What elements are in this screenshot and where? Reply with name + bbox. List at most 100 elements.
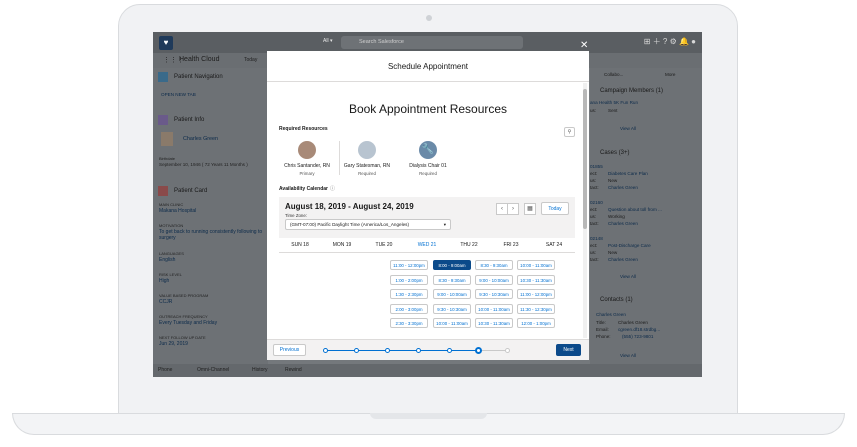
cases-view-all[interactable]: View All <box>620 274 636 279</box>
time-slot[interactable]: 1:00 - 2:00pm <box>390 274 428 285</box>
case-subject-link[interactable]: Question about toll from ... <box>608 207 662 212</box>
campaign-item-link[interactable]: ana Health 5K Fun Run <box>590 100 638 105</box>
contact-phone[interactable]: (555) 723-9801 <box>622 334 653 339</box>
open-new-tab-link[interactable]: OPEN NEW TAB <box>161 92 196 97</box>
contacts-header[interactable]: Contacts (1) <box>600 297 633 303</box>
resource-role: Primary <box>299 171 315 176</box>
time-slot[interactable]: 10:00 - 11:00am <box>433 318 471 328</box>
collaborate-tab[interactable]: Collabo... <box>604 72 623 77</box>
previous-button[interactable]: Previous <box>273 344 306 356</box>
modal-close-icon[interactable]: ✕ <box>580 40 588 51</box>
progress-step[interactable] <box>474 347 482 354</box>
global-search-input[interactable]: Search Salesforce <box>341 36 523 49</box>
tab-today[interactable]: Today <box>244 57 257 63</box>
time-slot[interactable]: 11:00 - 12:00pm <box>517 289 555 299</box>
field-value: To get back to running consistently foll… <box>159 229 263 241</box>
next-button[interactable]: Next <box>556 344 581 356</box>
field-label: NEXT FOLLOW UP DATE <box>159 335 206 340</box>
time-slot[interactable]: 11:00 - 12:00pm <box>390 260 428 270</box>
next-week-button[interactable]: › <box>507 203 519 215</box>
resource-name: Dialysis Chair 01 <box>409 163 447 169</box>
case-status-label: us: <box>590 250 597 255</box>
time-slot[interactable]: 12:00 - 1:00pm <box>517 318 555 328</box>
time-slot[interactable]: 9:00 - 10:00am <box>433 289 471 299</box>
chevron-down-icon: ▾ <box>443 222 446 227</box>
field-label: LANGUAGES <box>159 251 184 256</box>
app-title: Health Cloud <box>179 56 220 63</box>
progress-step[interactable] <box>322 348 328 353</box>
utility-omni-channel[interactable]: Omni-Channel <box>197 367 229 373</box>
header-icons[interactable]: ⊞ ＋ ? ⚙ 🔔 ● <box>644 36 696 47</box>
case-number-link[interactable]: 01855 <box>590 164 603 169</box>
case-contact-label: tact: <box>590 221 599 226</box>
time-slot[interactable]: 2:30 - 3:30pm <box>390 318 428 328</box>
utility-rewind[interactable]: Rewind <box>285 367 302 373</box>
resource-card[interactable]: Gary Statesman, RN Required <box>337 141 397 176</box>
resource-avatar <box>298 141 316 159</box>
time-slot[interactable]: 8:00 - 9:00am <box>433 260 471 270</box>
time-slot[interactable]: 1:30 - 2:30pm <box>390 289 428 299</box>
time-slot[interactable]: 9:30 - 10:30am <box>433 303 471 314</box>
today-button[interactable]: Today <box>541 202 569 215</box>
modal-scrollbar[interactable] <box>583 83 587 338</box>
case-contact-link[interactable]: Charles Green <box>608 185 638 190</box>
add-resource-icon[interactable]: ⚲ <box>564 127 575 137</box>
time-slot[interactable]: 8:30 - 9:30am <box>433 274 471 285</box>
day-label: SUN 18 <box>291 242 309 248</box>
calendar-toolbar: August 18, 2019 - August 24, 2019 Time Z… <box>279 197 575 238</box>
app-logo-icon[interactable]: ♥ <box>159 36 173 50</box>
time-slot[interactable]: 9:00 - 10:00am <box>475 274 513 285</box>
contact-name-link[interactable]: Charles Green <box>596 312 626 317</box>
scroll-thumb[interactable] <box>583 89 587 229</box>
time-slot[interactable]: 10:30 - 11:30am <box>475 318 513 328</box>
case-subject-link[interactable]: Post-Discharge Care <box>608 243 651 248</box>
field-value: English <box>159 257 176 263</box>
time-slot[interactable]: 8:30 - 9:30am <box>475 260 513 270</box>
time-slot[interactable]: 9:30 - 10:30am <box>475 289 513 299</box>
case-subject-link[interactable]: Diabetes Care Plan <box>608 171 648 176</box>
more-tab[interactable]: More <box>665 72 675 77</box>
time-slot[interactable]: 2:00 - 3:00pm <box>390 303 428 314</box>
utility-phone[interactable]: Phone <box>158 367 172 373</box>
patient-card-header: Patient Card <box>174 188 208 194</box>
field-value: Makana Hospital <box>159 208 197 214</box>
patient-name-link[interactable]: Charles Green <box>183 136 218 142</box>
wrench-icon: 🔧 <box>419 141 437 159</box>
time-zone-select[interactable]: (GMT-07:00) Pacific Daylight Time (Ameri… <box>285 219 451 230</box>
time-slot[interactable]: 10:00 - 11:00am <box>475 303 513 314</box>
case-number-link[interactable]: 02148 <box>590 236 603 241</box>
resource-avatar <box>358 141 376 159</box>
time-slot[interactable]: 11:30 - 12:30pm <box>517 303 555 314</box>
info-icon[interactable]: ⓘ <box>330 185 335 192</box>
progress-step[interactable] <box>446 348 452 353</box>
case-subject-label: ect: <box>590 171 598 176</box>
contact-email[interactable]: cgreen.df18.strdbg... <box>618 327 660 332</box>
resource-card[interactable]: Chris Santander, RN Primary <box>277 141 337 176</box>
progress-step[interactable] <box>353 348 359 353</box>
time-slot[interactable]: 10:00 - 11:00am <box>517 260 555 270</box>
case-contact-label: tact: <box>590 257 599 262</box>
resource-name: Gary Statesman, RN <box>343 163 391 169</box>
progress-step[interactable] <box>415 348 421 353</box>
progress-line <box>325 350 478 351</box>
case-status: Working <box>608 214 625 219</box>
progress-step[interactable] <box>504 348 510 353</box>
time-slot[interactable]: 10:30 - 11:30am <box>517 274 555 285</box>
case-number-link[interactable]: 02160 <box>590 200 603 205</box>
case-contact-link[interactable]: Charles Green <box>608 257 638 262</box>
campaign-members-header[interactable]: Campaign Members (1) <box>600 88 663 94</box>
day-header-row: SUN 18 MON 19 TUE 20 WED 21 THU 22 FRI 2… <box>279 238 575 253</box>
search-scope[interactable]: All ▾ <box>323 38 332 44</box>
contacts-view-all[interactable]: View All <box>620 353 636 358</box>
progress-step[interactable] <box>384 348 390 353</box>
case-contact-link[interactable]: Charles Green <box>608 221 638 226</box>
calendar-icon[interactable]: ▦ <box>524 203 536 215</box>
case-subject-label: ect: <box>590 243 598 248</box>
field-value: Jun 29, 2019 <box>159 341 188 347</box>
campaign-view-all[interactable]: View All <box>620 126 636 131</box>
field-label: RISK LEVEL <box>159 272 182 277</box>
resource-card[interactable]: 🔧 Dialysis Chair 01 Required <box>398 141 458 176</box>
field-label: MOTIVATION <box>159 223 184 228</box>
cases-header[interactable]: Cases (3+) <box>600 150 630 156</box>
utility-history[interactable]: History <box>252 367 268 373</box>
